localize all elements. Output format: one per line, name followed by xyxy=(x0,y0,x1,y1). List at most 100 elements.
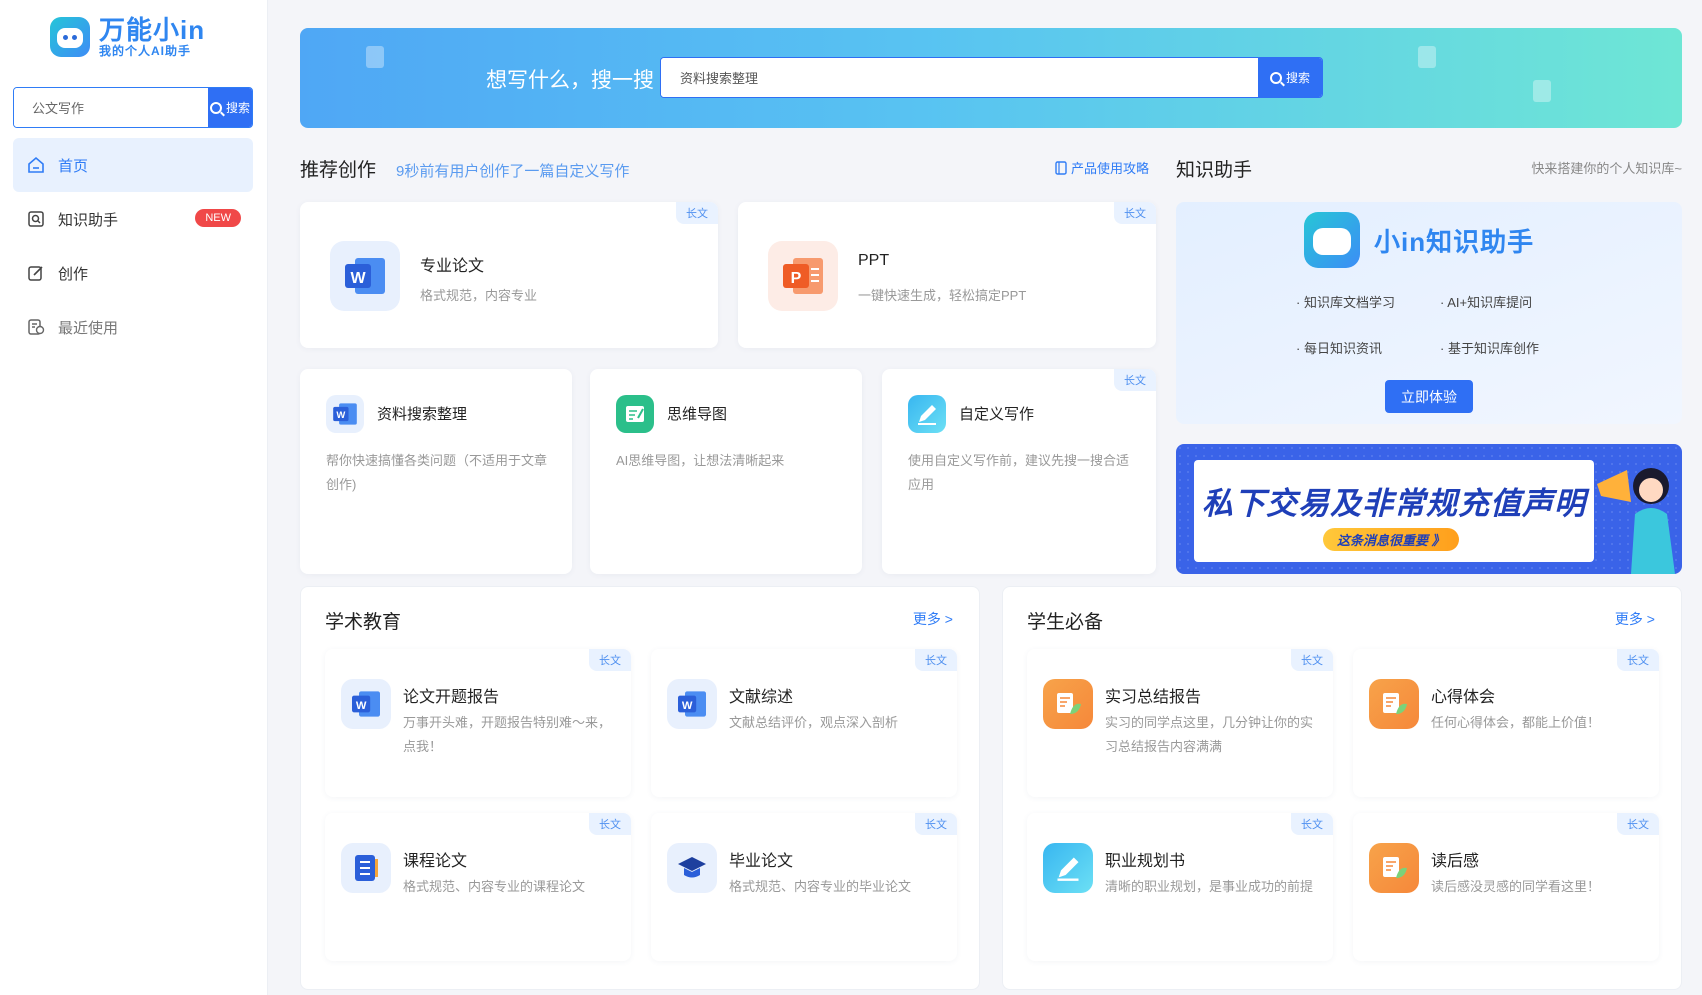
main-search-button[interactable]: 搜索 xyxy=(1258,58,1322,97)
brand-tagline: 我的个人AI助手 xyxy=(99,44,192,58)
svg-text:W: W xyxy=(350,270,366,287)
main-search-button-label: 搜索 xyxy=(1285,71,1310,85)
svg-text:W: W xyxy=(682,700,693,712)
notice-title: 私下交易及非常规充值声明 xyxy=(1202,486,1586,521)
card-desc: 格式规范、内容专业的课程论文 xyxy=(403,879,586,894)
search-icon xyxy=(209,101,222,114)
card-research-organize[interactable]: W 资料搜索整理 帮你快速搞懂各类问题（不适用于文章创作) xyxy=(300,369,572,574)
card-desc: 实习的同学点这里，几分钟让你的实习总结报告内容满满 xyxy=(1105,715,1314,754)
banner-slogan: 想写什么，搜一搜 xyxy=(486,69,654,92)
academic-panel: 学术教育 更多 > 长文 W 论文开题报告 万事开头难，开题报告特别难～来，点我… xyxy=(300,586,980,990)
card-desc: 使用自定义写作前，建议先搜一搜合适应用 xyxy=(908,453,1130,492)
graduation-cap-icon xyxy=(667,843,717,893)
card-title: PPT xyxy=(858,252,890,269)
pen-icon xyxy=(908,395,946,433)
word-icon: W xyxy=(326,395,364,433)
report-icon xyxy=(1369,843,1419,893)
card-literature-review[interactable]: 长文 W 文献综述 文献总结评价，观点深入剖析 xyxy=(651,649,957,797)
card-custom-writing[interactable]: 长文 自定义写作 使用自定义写作前，建议先搜一搜合适应用 xyxy=(882,369,1156,574)
sidebar-nav: 首页 知识助手 NEW 创作 最近使用 xyxy=(13,138,253,354)
card-title: 自定义写作 xyxy=(959,406,1035,423)
sidebar-item-knowledge[interactable]: 知识助手 NEW xyxy=(13,192,253,246)
svg-text:P: P xyxy=(791,270,802,287)
card-ppt[interactable]: 长文 P PPT 一键快速生成，轻松搞定PPT xyxy=(738,202,1156,348)
card-graduation-thesis[interactable]: 长文 毕业论文 格式规范、内容专业的毕业论文 xyxy=(651,813,957,961)
sidebar-search: 搜索 xyxy=(13,87,253,128)
student-more-link[interactable]: 更多 > xyxy=(1615,609,1655,629)
student-title: 学生必备 xyxy=(1027,612,1104,633)
recommend-activity-note: 9秒前有用户创作了一篇自定义写作 xyxy=(396,163,630,180)
new-badge: NEW xyxy=(195,209,241,227)
card-internship-report[interactable]: 长文 实习总结报告 实习的同学点这里，几分钟让你的实习总结报告内容满满 xyxy=(1027,649,1333,797)
mindmap-icon xyxy=(616,395,654,433)
card-desc: 清晰的职业规划，是事业成功的前提 xyxy=(1105,879,1314,894)
card-title: 心得体会 xyxy=(1431,689,1496,706)
card-desc: 任何心得体会，都能上价值！ xyxy=(1431,715,1601,730)
card-reflections[interactable]: 长文 心得体会 任何心得体会，都能上价值！ xyxy=(1353,649,1659,797)
card-career-plan[interactable]: 长文 职业规划书 清晰的职业规划，是事业成功的前提 xyxy=(1027,813,1333,961)
card-desc: 文献总结评价，观点深入剖析 xyxy=(729,715,899,730)
svg-text:W: W xyxy=(336,410,345,421)
long-text-tag: 长文 xyxy=(1617,813,1659,835)
recommend-title: 推荐创作 xyxy=(300,160,377,181)
long-text-tag: 长文 xyxy=(1114,369,1156,391)
main-search-input[interactable] xyxy=(661,58,1258,97)
pen-icon xyxy=(1043,843,1093,893)
knowledge-note: 快来搭建你的个人知识库~ xyxy=(1531,161,1682,176)
card-title: 实习总结报告 xyxy=(1105,689,1202,706)
knowledge-feature: · AI+知识库提问 xyxy=(1440,295,1533,310)
card-desc: 万事开头难，开题报告特别难～来，点我！ xyxy=(403,715,612,754)
card-title: 论文开题报告 xyxy=(403,689,500,706)
word-decoration-icon xyxy=(366,46,384,68)
try-now-button[interactable]: 立即体验 xyxy=(1385,380,1473,413)
ppt-icon: P xyxy=(768,241,838,311)
robot-logo-icon xyxy=(1304,212,1360,268)
recommend-header: 推荐创作 9秒前有用户创作了一篇自定义写作 xyxy=(300,155,629,182)
card-desc: 格式规范、内容专业的毕业论文 xyxy=(729,879,912,894)
card-course-paper[interactable]: 长文 课程论文 格式规范、内容专业的课程论文 xyxy=(325,813,631,961)
ppt-decoration-icon xyxy=(1418,46,1436,68)
long-text-tag: 长文 xyxy=(1617,649,1659,671)
sidebar-item-label: 知识助手 xyxy=(58,211,119,229)
notice-banner[interactable]: 私下交易及非常规充值声明 这条消息很重要 》 xyxy=(1176,444,1682,574)
student-panel: 学生必备 更多 > 长文 实习总结报告 实习的同学点这里，几分钟让你的实习总结报… xyxy=(1002,586,1682,990)
brand-logo[interactable]: 万能小in 我的个人AI助手 xyxy=(50,16,205,58)
academic-title: 学术教育 xyxy=(325,612,402,633)
card-desc: 帮你快速搞懂各类问题（不适用于文章创作) xyxy=(326,453,548,492)
sidebar-item-home[interactable]: 首页 xyxy=(13,138,253,192)
academic-more-link[interactable]: 更多 > xyxy=(913,609,953,629)
sidebar: 万能小in 我的个人AI助手 搜索 首页 知识助手 NEW xyxy=(0,0,268,995)
card-title: 文献综述 xyxy=(729,689,794,706)
sidebar-item-label: 最近使用 xyxy=(58,319,119,337)
word-icon: W xyxy=(330,241,400,311)
long-text-tag: 长文 xyxy=(676,202,718,224)
card-title: 毕业论文 xyxy=(729,853,794,870)
card-title: 思维导图 xyxy=(667,406,728,423)
sidebar-item-recent[interactable]: 最近使用 xyxy=(13,300,253,354)
long-text-tag: 长文 xyxy=(1291,649,1333,671)
knowledge-assistant-card: 小in知识助手 · 知识库文档学习 · AI+知识库提问 · 每日知识资讯 · … xyxy=(1176,202,1682,424)
sidebar-search-button[interactable]: 搜索 xyxy=(208,88,252,127)
book-icon xyxy=(1055,160,1067,175)
knowledge-card-title: 小in知识助手 xyxy=(1374,227,1535,257)
megaphone-girl-illustration xyxy=(1597,468,1675,574)
card-proposal-report[interactable]: 长文 W 论文开题报告 万事开头难，开题报告特别难～来，点我！ xyxy=(325,649,631,797)
sidebar-item-create[interactable]: 创作 xyxy=(13,246,253,300)
robot-logo-icon xyxy=(50,17,90,57)
search-icon xyxy=(1269,71,1282,84)
card-title: 读后感 xyxy=(1431,853,1480,870)
card-book-review[interactable]: 长文 读后感 读后感没灵感的同学看这里！ xyxy=(1353,813,1659,961)
card-professional-paper[interactable]: 长文 W 专业论文 格式规范，内容专业 xyxy=(300,202,718,348)
card-title: 资料搜索整理 xyxy=(377,406,468,423)
sidebar-search-input[interactable] xyxy=(14,88,208,127)
guide-link[interactable]: 产品使用攻略 xyxy=(1055,158,1149,177)
long-text-tag: 长文 xyxy=(589,813,631,835)
card-title: 专业论文 xyxy=(420,258,485,275)
card-title: 职业规划书 xyxy=(1105,853,1186,870)
guide-link-label: 产品使用攻略 xyxy=(1071,161,1150,176)
word-icon: W xyxy=(667,679,717,729)
card-mindmap[interactable]: 思维导图 AI思维导图，让想法清晰起来 xyxy=(590,369,862,574)
card-title: 课程论文 xyxy=(403,853,468,870)
knowledge-header: 知识助手 xyxy=(1176,155,1252,182)
report-icon xyxy=(1043,679,1093,729)
